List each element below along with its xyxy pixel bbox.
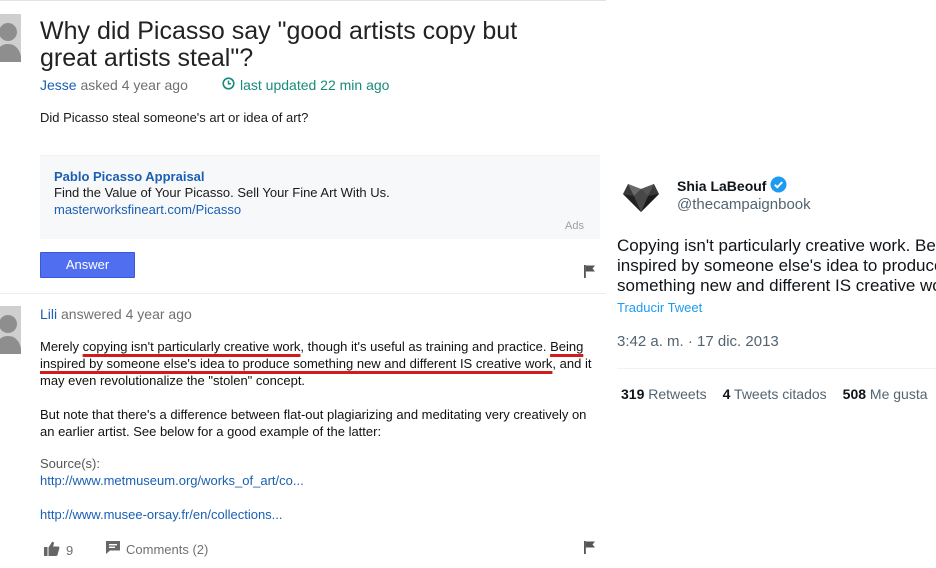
tweet-author-name-text: Shia LaBeouf: [677, 178, 767, 194]
answer-meta: Lili answered 4 year ago: [40, 306, 192, 322]
likes-count: 508: [842, 386, 867, 402]
like-count: 9: [66, 542, 74, 558]
question-title: Why did Picasso say "good artists copy b…: [40, 17, 518, 72]
answer-text-mid: , though it's useful as training and pra…: [300, 339, 551, 354]
answerer-avatar-icon[interactable]: [0, 306, 21, 354]
ad-url-link[interactable]: masterworksfineart.com/Picasso: [54, 202, 241, 217]
last-updated: last updated 22 min ago: [222, 77, 389, 93]
question-meta: Jesse asked 4 year ago: [40, 77, 188, 93]
tweet-divider: [617, 368, 936, 369]
comments-button[interactable]: Comments (2): [106, 541, 208, 557]
sources-label: Source(s):: [40, 456, 100, 471]
tweet-stats: 319 Retweets 4 Tweets citados 508 Me gus…: [621, 386, 928, 402]
top-divider: [0, 0, 606, 4]
question-body: Did Picasso steal someone's art or idea …: [40, 110, 309, 125]
answer-paragraph-1: Merely copying isn't particularly creati…: [40, 338, 602, 389]
retweets-stat[interactable]: 319 Retweets: [621, 386, 707, 402]
likes-stat[interactable]: 508 Me gusta: [843, 386, 928, 402]
ad-block[interactable]: Pablo Picasso Appraisal Find the Value o…: [40, 155, 600, 239]
report-flag-icon[interactable]: [584, 541, 596, 554]
answer-body: Merely copying isn't particularly creati…: [40, 338, 602, 457]
tweet-timestamp[interactable]: 3:42 a. m. · 17 dic. 2013: [617, 333, 779, 350]
asked-time: asked 4 year ago: [80, 77, 188, 93]
ad-description: Find the Value of Your Picasso. Sell You…: [54, 185, 390, 200]
comments-label: Comments (2): [126, 541, 209, 557]
tweet-author-name[interactable]: Shia LaBeouf: [677, 176, 787, 196]
answerer-name-link[interactable]: Lili: [40, 306, 57, 322]
ad-title-link[interactable]: Pablo Picasso Appraisal: [54, 169, 205, 184]
answer-button[interactable]: Answer: [40, 252, 135, 278]
tweet-text-line: something new and different IS creative …: [617, 276, 936, 295]
last-updated-text: last updated 22 min ago: [240, 77, 390, 93]
like-button[interactable]: 9: [44, 541, 73, 559]
ad-label: Ads: [565, 220, 584, 232]
tweet-text-line: inspired by someone else's idea to produ…: [617, 256, 936, 275]
verified-badge-icon: [770, 176, 787, 196]
clock-icon: [222, 77, 235, 93]
source-link-2[interactable]: http://www.musee-orsay.fr/en/collections…: [40, 507, 283, 522]
answer-divider: [0, 293, 606, 294]
quotes-stat[interactable]: 4 Tweets citados: [723, 386, 827, 402]
source-link-1[interactable]: http://www.metmuseum.org/works_of_art/co…: [40, 473, 304, 488]
quotes-count: 4: [722, 386, 731, 402]
underlined-phrase-1: copying isn't particularly creative work: [82, 339, 301, 354]
tweet-text: Copying isn't particularly creative work…: [617, 236, 936, 296]
tweet-text-line: Copying isn't particularly creative work…: [617, 236, 936, 255]
likes-label: Me gusta: [869, 386, 928, 402]
tweet-author-handle[interactable]: @thecampaignbook: [677, 196, 811, 213]
retweets-label: Retweets: [648, 386, 707, 402]
answer-paragraph-2: But note that there's a difference betwe…: [40, 407, 587, 439]
answered-time: answered 4 year ago: [61, 306, 192, 322]
asker-avatar-icon[interactable]: [0, 14, 21, 62]
tweet-avatar-icon[interactable]: [621, 176, 661, 216]
retweets-count: 319: [621, 386, 645, 402]
asker-name-link[interactable]: Jesse: [40, 77, 77, 93]
translate-tweet-link[interactable]: Traducir Tweet: [617, 300, 702, 315]
report-flag-icon[interactable]: [584, 265, 596, 278]
thumbs-up-icon: [44, 541, 60, 559]
comment-icon: [106, 541, 120, 557]
quotes-label: Tweets citados: [734, 386, 827, 402]
answer-text-lead: Merely: [40, 339, 83, 354]
